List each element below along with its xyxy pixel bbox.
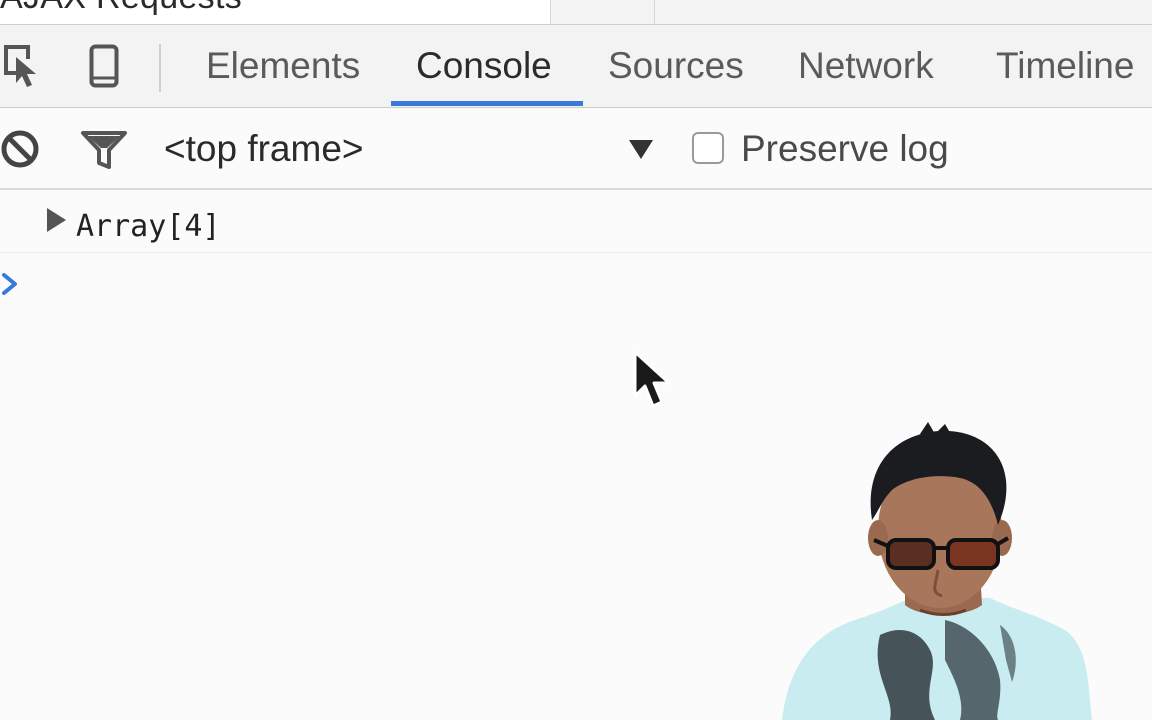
dropdown-arrow-icon [629,140,653,159]
clear-console-icon [1,130,39,168]
console-message-row: Array[4] [0,190,1152,253]
device-mode-icon [89,44,119,88]
clear-console-button[interactable] [0,128,42,170]
tab-elements[interactable]: Elements [206,25,360,107]
page-strip-right-area [551,0,1152,24]
page-title: AJAX Requests [0,0,242,17]
console-toolbar: <top frame> Preserve log [0,108,1152,190]
frame-select-value: <top frame> [164,128,364,169]
preserve-log-checkbox[interactable] [692,132,724,164]
tab-network[interactable]: Network [798,25,934,107]
mouse-cursor-icon [633,350,671,408]
frame-select[interactable]: <top frame> [164,108,664,188]
strip-divider [550,0,551,24]
active-tab-indicator [391,101,583,106]
devtools-tab-bar: Elements Console Sources Network Timelin… [0,25,1152,108]
strip-divider [654,0,655,24]
filter-icon [81,131,127,169]
preserve-log-label: Preserve log [741,128,949,169]
expand-arrow-icon[interactable] [45,207,67,233]
filter-button[interactable] [80,130,128,170]
device-mode-button[interactable] [82,25,126,107]
console-prompt-icon [2,273,17,295]
console-prompt[interactable] [0,254,1152,314]
tab-separator [159,44,161,92]
inspect-element-icon [4,45,36,87]
inspect-element-button[interactable] [0,25,48,107]
tab-console[interactable]: Console [416,25,552,107]
preserve-log-option[interactable]: Preserve log [692,108,992,188]
tab-sources[interactable]: Sources [608,25,744,107]
webcam-presenter-overlay [782,422,1092,720]
browser-page-strip: AJAX Requests [0,0,1152,25]
console-object-preview[interactable]: Array[4] [76,190,221,264]
tab-timeline[interactable]: Timeline [996,25,1134,107]
